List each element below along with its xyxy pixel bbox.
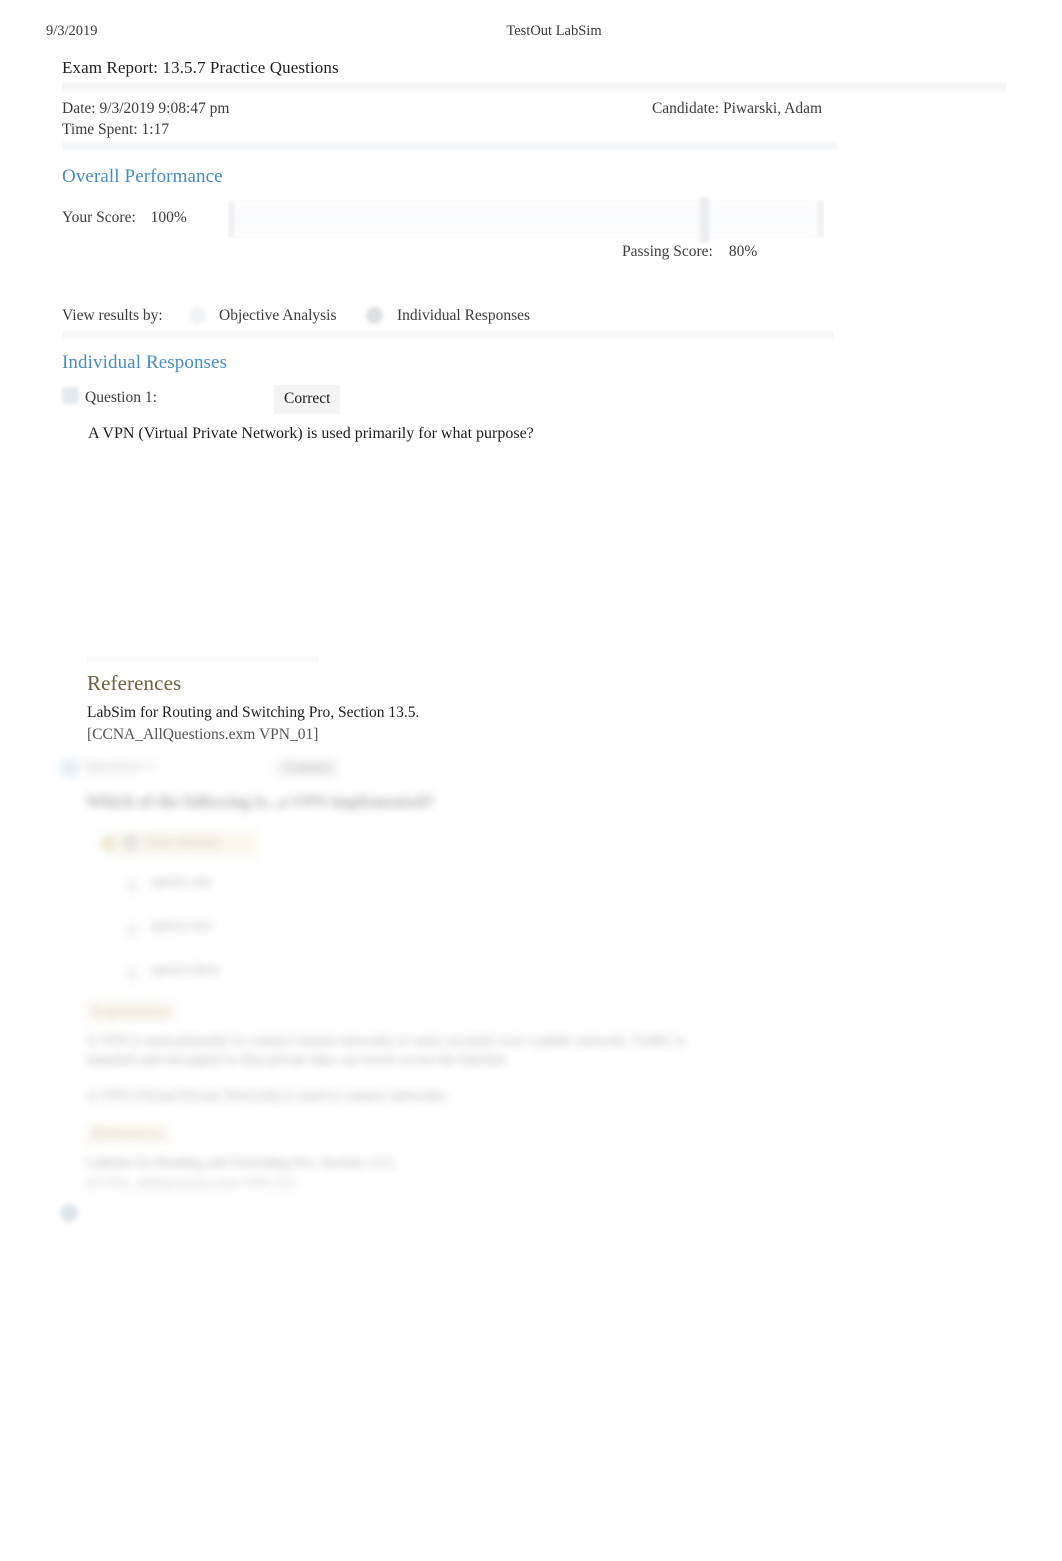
ghost-option-checkbox-3 — [126, 968, 138, 980]
ghost-explanation-body: A VPN is used primarily to connect remot… — [86, 1033, 685, 1068]
score-bar-right-cap — [818, 201, 823, 237]
question-number: Question 1: — [85, 389, 157, 406]
radio-individual-responses[interactable] — [366, 307, 383, 324]
view-results-divider — [62, 328, 834, 340]
print-header: 9/3/2019 TestOut LabSim — [0, 23, 1062, 43]
score-bar-left-cap — [229, 201, 234, 237]
references-line-1: LabSim for Routing and Switching Pro, Se… — [87, 704, 420, 721]
passing-score-value: 80% — [728, 243, 758, 260]
time-spent: Time Spent: 1:17 — [62, 121, 170, 138]
ghost-references-heading: References — [86, 1124, 170, 1144]
radio-objective-analysis[interactable] — [189, 307, 206, 324]
ghost-answer-check-icon — [124, 835, 137, 850]
ghost-answer-radio-icon — [100, 836, 115, 851]
your-score-value: 100% — [150, 209, 187, 226]
view-results-by: View results by: Objective Analysis Indi… — [62, 303, 962, 329]
app-title: TestOut LabSim — [506, 23, 602, 39]
question-text: A VPN (Virtual Private Network) is used … — [88, 425, 534, 442]
references-heading: References — [87, 671, 182, 695]
ghost-explanation-heading: Explanation — [86, 1002, 176, 1022]
ghost-references-line-1: LabSim for Routing and Switching Pro, Se… — [86, 1155, 397, 1171]
question-header: Question 1: Correct — [62, 385, 682, 414]
ghost-your-answer-highlight — [108, 832, 258, 856]
radio-label-individual-responses[interactable]: Individual Responses — [397, 303, 530, 329]
score-progress-bar — [228, 197, 824, 243]
ghost-question-number: Question 1: — [84, 758, 156, 775]
ghost-explanation-extra: A VPN (Virtual Private Network) is used … — [86, 1088, 449, 1104]
report-meta: Date: 9/3/2019 9:08:47 pm Candidate: Piw… — [62, 98, 1006, 140]
ghost-status-badge: Correct — [275, 758, 340, 778]
ghost-footer-status-icon — [60, 1204, 78, 1222]
ghost-option-checkbox-1 — [126, 880, 138, 892]
page-title: Exam Report: 13.5.7 Practice Questions — [62, 58, 339, 77]
ghost-references-line-2: [CCNA_AllQuestions.exm VPN_01] — [86, 1176, 295, 1191]
meta-row-time: Time Spent: 1:17 — [62, 119, 1006, 140]
ghost-option-text-1: option one — [150, 874, 212, 890]
meta-row-date: Date: 9/3/2019 9:08:47 pm Candidate: Piw… — [62, 98, 1006, 119]
meta-divider — [62, 140, 837, 152]
report-date: Date: 9/3/2019 9:08:47 pm — [62, 100, 230, 117]
references-line-2: [CCNA_AllQuestions.exm VPN_01] — [87, 726, 319, 743]
ghost-question-text: Which of the following is...a VPN implem… — [86, 792, 434, 811]
passing-score-label: Passing Score: — [622, 243, 713, 260]
candidate-name: Candidate: Piwarski, Adam — [651, 100, 822, 117]
passing-score-group: Passing Score: 80% — [622, 243, 757, 261]
section-heading-individual-responses: Individual Responses — [62, 352, 228, 373]
status-badge: Correct — [274, 385, 341, 414]
ghost-option-text-3: option three — [150, 962, 220, 978]
section-heading-overall-performance: Overall Performance — [62, 166, 223, 187]
passing-score-marker — [700, 197, 710, 243]
ghost-option-text-2: option two — [150, 918, 213, 934]
your-score-label: Your Score: — [62, 209, 136, 226]
blurred-duplicate-section: Question 1: Correct Which of the followi… — [0, 752, 1062, 1242]
view-results-label: View results by: — [62, 307, 163, 324]
score-progress-fill — [229, 201, 823, 237]
title-divider — [62, 80, 1006, 93]
ghost-question-status-icon — [61, 760, 78, 777]
ghost-option-checkbox-2 — [126, 924, 138, 936]
radio-label-objective-analysis[interactable]: Objective Analysis — [219, 303, 337, 329]
your-score-row: Your Score: 100% — [62, 209, 187, 227]
question-status-icon — [62, 387, 79, 404]
ghost-your-answer-label: Your Answer — [144, 834, 221, 850]
references-divider — [87, 655, 319, 663]
